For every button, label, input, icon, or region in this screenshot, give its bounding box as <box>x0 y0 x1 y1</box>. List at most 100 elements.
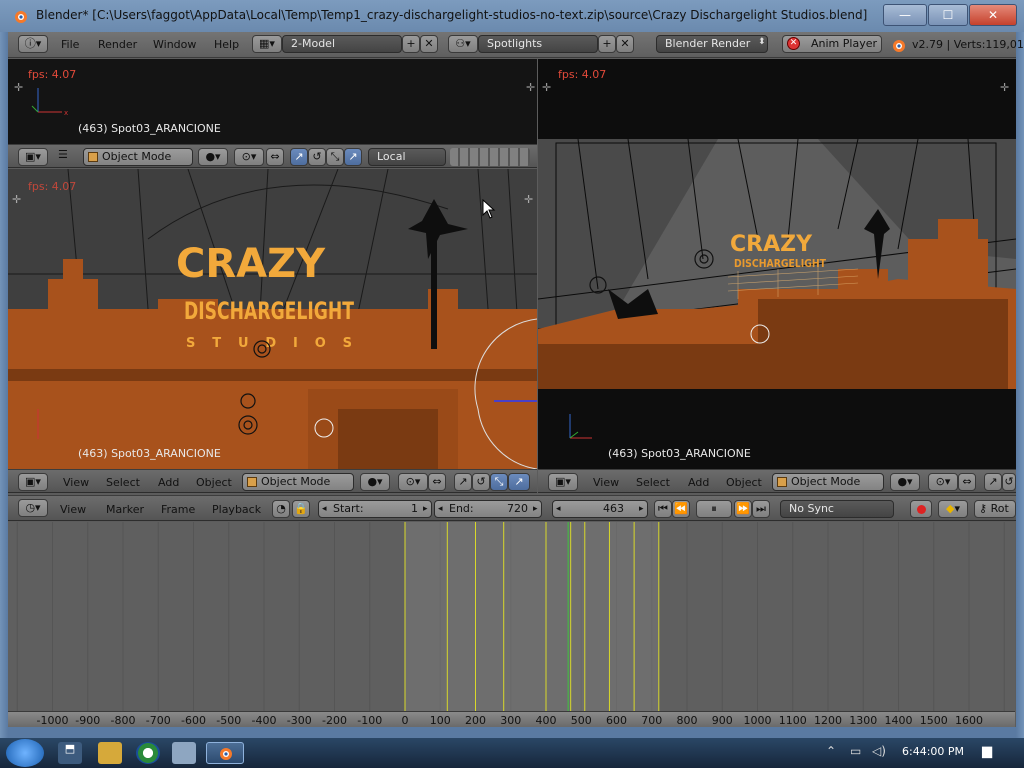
pivot-point-button[interactable]: ⊙▾ <box>234 148 264 166</box>
editor-type-3d-button[interactable]: ▣▾ <box>548 473 578 491</box>
scale-manipulator-icon[interactable]: ⤡ <box>326 148 344 166</box>
rotate-manipulator-icon[interactable]: ↺ <box>1002 473 1016 491</box>
object-mode-select[interactable]: Object Mode <box>772 473 884 491</box>
blender-taskbar-button[interactable] <box>206 742 244 764</box>
file-explorer-icon[interactable] <box>98 742 122 764</box>
scene-field[interactable]: Spotlights <box>478 35 598 53</box>
menu-select[interactable]: Select <box>636 476 670 489</box>
menu-frame[interactable]: Frame <box>161 503 195 516</box>
network-app-icon[interactable] <box>172 742 196 764</box>
menu-object[interactable]: Object <box>196 476 232 489</box>
viewport-main-left[interactable]: CRAZY DISCHARGELIGHT STUDIOS fps: 4.07 (… <box>8 169 537 469</box>
remove-scene-button[interactable]: ✕ <box>616 35 634 53</box>
menu-add[interactable]: Add <box>158 476 179 489</box>
rotate-manipulator-icon[interactable]: ↺ <box>308 148 326 166</box>
menu-select[interactable]: Select <box>106 476 140 489</box>
translate-manipulator-icon[interactable]: ↗ <box>290 148 308 166</box>
current-frame-field[interactable]: ◂ 463 ▸ <box>552 500 648 518</box>
viewport-camera-right[interactable]: fps: 4.07 CRAZY DISCHARGELIGHT (463) Spo… <box>538 59 1016 469</box>
area-split-icon[interactable]: ✛ <box>526 81 535 94</box>
viewport-shading-button[interactable]: ●▾ <box>198 148 228 166</box>
menu-toggle-icon[interactable]: ☰ <box>58 148 68 161</box>
manipulator-mode-icon[interactable]: ↗ <box>344 148 362 166</box>
add-scene-button[interactable]: + <box>598 35 616 53</box>
editor-type-info-button[interactable]: ⓘ▾ <box>18 35 48 53</box>
increment-icon[interactable]: ▸ <box>639 501 644 517</box>
translate-manipulator-icon[interactable]: ↗ <box>454 473 472 491</box>
area-split-icon[interactable]: ✛ <box>14 81 23 94</box>
lock-icon[interactable]: 🔒 <box>292 500 310 518</box>
rotate-manipulator-icon[interactable]: ↺ <box>472 473 490 491</box>
decrement-icon[interactable]: ◂ <box>438 501 443 517</box>
area-split-icon[interactable]: ✛ <box>1000 81 1009 94</box>
area-split-icon[interactable]: ✛ <box>542 81 551 94</box>
manipulator-toggle[interactable]: ⇔ <box>266 148 284 166</box>
menu-file[interactable]: File <box>61 38 79 51</box>
preview-range-icon[interactable]: ◔ <box>272 500 290 518</box>
add-screen-button[interactable]: + <box>402 35 420 53</box>
minimize-button[interactable]: — <box>883 4 927 26</box>
menu-add[interactable]: Add <box>688 476 709 489</box>
menu-object[interactable]: Object <box>726 476 762 489</box>
scale-manipulator-icon[interactable]: ⤡ <box>490 473 508 491</box>
scene-icon[interactable]: ⚇▾ <box>448 35 478 53</box>
tray-volume-icon[interactable]: ◁) <box>872 744 886 758</box>
object-mode-select[interactable]: Object Mode <box>83 148 193 166</box>
pivot-point-button[interactable]: ⊙▾ <box>928 473 958 491</box>
object-mode-select[interactable]: Object Mode <box>242 473 354 491</box>
increment-icon[interactable]: ▸ <box>533 501 538 517</box>
menu-help[interactable]: Help <box>214 38 239 51</box>
tray-chevron-icon[interactable]: ⌃ <box>826 744 836 758</box>
transform-orientation-select[interactable]: Local <box>368 148 446 166</box>
action-center-icon[interactable]: ▆ <box>982 744 992 759</box>
maximize-button[interactable]: ☐ <box>928 4 968 26</box>
keying-set-icon[interactable]: ◆▾ <box>938 500 968 518</box>
manipulator-toggle[interactable]: ⇔ <box>428 473 446 491</box>
tray-clock[interactable]: 6:44:00 PM <box>902 745 964 758</box>
anim-player-button[interactable]: ✕ Anim Player <box>782 35 882 53</box>
menu-window[interactable]: Window <box>153 38 196 51</box>
end-frame-field[interactable]: ◂ End: 720 ▸ <box>434 500 542 518</box>
start-frame-field[interactable]: ◂ Start: 1 ▸ <box>318 500 432 518</box>
start-button[interactable] <box>6 739 44 767</box>
remove-screen-button[interactable]: ✕ <box>420 35 438 53</box>
menu-marker[interactable]: Marker <box>106 503 144 516</box>
editor-type-3d-button[interactable]: ▣▾ <box>18 473 48 491</box>
screen-layout-icon[interactable]: ▦▾ <box>252 35 282 53</box>
pause-icon[interactable]: ⏸ <box>696 500 732 518</box>
menu-render[interactable]: Render <box>98 38 137 51</box>
browser-icon[interactable] <box>136 742 160 764</box>
pivot-point-button[interactable]: ⊙▾ <box>398 473 428 491</box>
manipulator-mode-icon[interactable]: ↗ <box>508 473 530 491</box>
rot-keying-button[interactable]: ⚷ Rot <box>974 500 1016 518</box>
jump-start-icon[interactable]: ⏮ <box>654 500 672 518</box>
timeline-area[interactable] <box>8 522 1015 712</box>
manipulator-toggle[interactable]: ⇔ <box>958 473 976 491</box>
tray-network-icon[interactable]: ▭ <box>850 744 861 758</box>
layer-buttons[interactable] <box>450 148 530 166</box>
prev-keyframe-icon[interactable]: ⏪ <box>672 500 690 518</box>
increment-icon[interactable]: ▸ <box>423 501 428 517</box>
viewport-top-left[interactable]: fps: 4.07 x (463) Spot03_ARANCIONE ✛ ✛ <box>8 59 537 144</box>
viewport-shading-button[interactable]: ●▾ <box>890 473 920 491</box>
editor-type-3d-button[interactable]: ▣▾ <box>18 148 48 166</box>
show-desktop-icon[interactable]: ⬒ <box>58 742 82 764</box>
menu-view[interactable]: View <box>593 476 619 489</box>
record-icon[interactable] <box>910 500 932 518</box>
menu-view[interactable]: View <box>60 503 86 516</box>
next-keyframe-icon[interactable]: ⏩ <box>734 500 752 518</box>
sync-mode-select[interactable]: No Sync <box>780 500 894 518</box>
close-button[interactable]: ✕ <box>969 4 1017 26</box>
jump-end-icon[interactable]: ⏭ <box>752 500 770 518</box>
decrement-icon[interactable]: ◂ <box>322 501 327 517</box>
editor-type-timeline-button[interactable]: ◷▾ <box>18 499 48 517</box>
decrement-icon[interactable]: ◂ <box>556 501 561 517</box>
menu-view[interactable]: View <box>63 476 89 489</box>
area-split-icon[interactable]: ✛ <box>524 193 533 206</box>
screen-layout-field[interactable]: 2-Model <box>282 35 402 53</box>
area-split-icon[interactable]: ✛ <box>12 193 21 206</box>
translate-manipulator-icon[interactable]: ↗ <box>984 473 1002 491</box>
render-engine-select[interactable]: Blender Render <box>656 35 768 53</box>
menu-playback[interactable]: Playback <box>212 503 261 516</box>
viewport-shading-button[interactable]: ●▾ <box>360 473 390 491</box>
